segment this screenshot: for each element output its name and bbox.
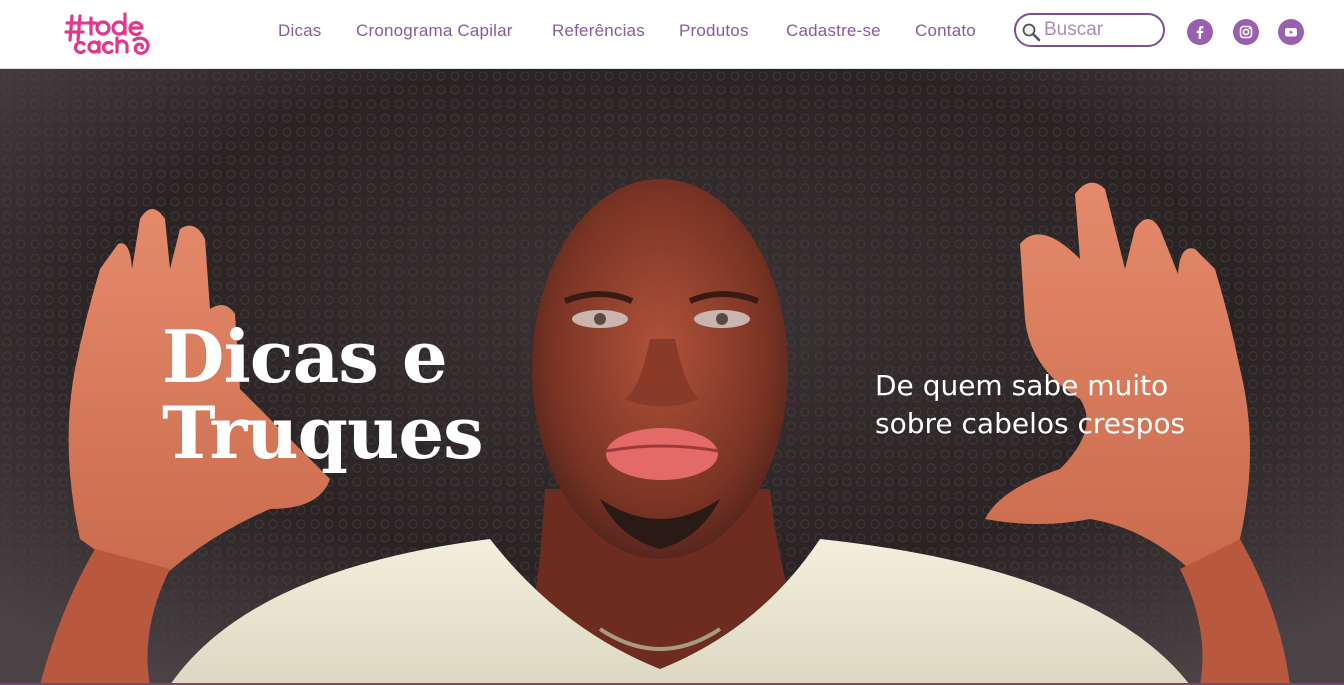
facebook-link[interactable] [1187, 19, 1213, 45]
youtube-icon [1285, 28, 1297, 37]
hero-title: Dicas e Truques [162, 319, 522, 471]
nav-item-cadastre-se[interactable]: Cadastre-se [786, 21, 881, 41]
nav-item-cronograma-capilar[interactable]: Cronograma Capilar [356, 21, 513, 41]
youtube-link[interactable] [1278, 19, 1304, 45]
search-input[interactable] [1044, 18, 1156, 42]
hero-banner: Dicas e Truques De quem sabe muito sobre… [0, 69, 1344, 685]
nav-item-produtos[interactable]: Produtos [679, 21, 749, 41]
nav-item-referencias[interactable]: Referências [552, 21, 645, 41]
hero-subtitle: De quem sabe muito sobre cabelos crespos [875, 367, 1235, 443]
search-box[interactable] [1014, 13, 1165, 47]
hero-subtitle-line1: De quem sabe muito [875, 369, 1169, 402]
site-logo[interactable] [64, 10, 156, 56]
nav-item-dicas[interactable]: Dicas [278, 21, 322, 41]
facebook-icon [1196, 26, 1204, 39]
hero-title-line1: Dicas e [162, 314, 448, 399]
nav-item-contato[interactable]: Contato [915, 21, 976, 41]
site-header: Dicas Cronograma Capilar Referências Pro… [0, 0, 1344, 69]
instagram-link[interactable] [1233, 19, 1259, 45]
search-icon[interactable] [1021, 22, 1041, 42]
hero-subtitle-line2: sobre cabelos crespos [875, 407, 1186, 440]
instagram-icon [1239, 25, 1253, 39]
hero-title-line2: Truques [162, 390, 484, 475]
